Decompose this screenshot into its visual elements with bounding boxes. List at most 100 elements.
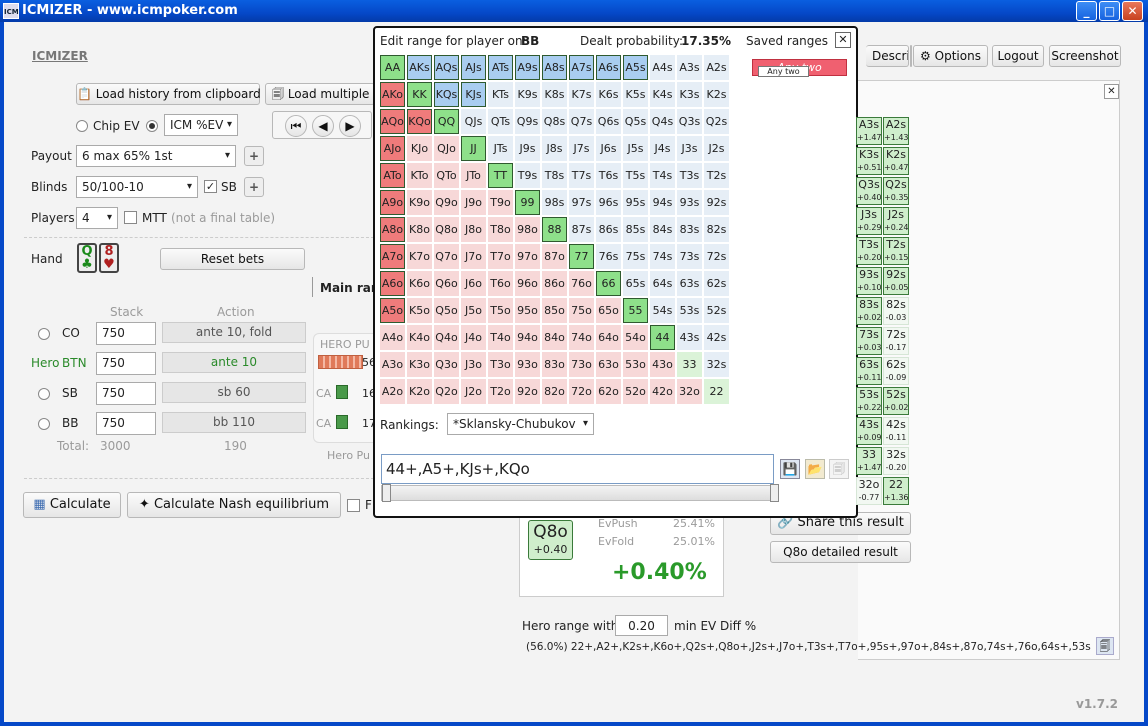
hand-cell[interactable]: Q2o	[434, 379, 459, 404]
hand-cell[interactable]: 42o	[650, 379, 675, 404]
hand-cell[interactable]: A3s	[677, 55, 702, 80]
hand-cell[interactable]: 94s	[650, 190, 675, 215]
hand-cell[interactable]: 74o	[569, 325, 594, 350]
hand-cell[interactable]: K6o	[407, 271, 432, 296]
action-bb[interactable]: bb 110	[162, 412, 306, 433]
action-co[interactable]: ante 10, fold	[162, 322, 306, 343]
hand-cell[interactable]: Q9s	[515, 109, 540, 134]
copy-icon[interactable]: 🗐	[1096, 637, 1114, 655]
description-button-visible[interactable]: Description	[866, 45, 909, 67]
hand-cell[interactable]: Q4o	[434, 325, 459, 350]
hand-cell[interactable]: 85o	[542, 298, 567, 323]
row-radio-sb[interactable]	[38, 388, 50, 400]
mtt-checkbox[interactable]	[124, 211, 137, 224]
hand-cell[interactable]: AJs	[461, 55, 486, 80]
hand-cell[interactable]: T4s	[650, 163, 675, 188]
hand-cell[interactable]: 64o	[596, 325, 621, 350]
hand-cell[interactable]: T9o	[488, 190, 513, 215]
hand-cell[interactable]: KJo	[407, 136, 432, 161]
close-panel-icon[interactable]: ✕	[1104, 84, 1119, 99]
hand-card-2[interactable]: 8 ♥	[99, 243, 119, 273]
hand-cell[interactable]: 88	[542, 217, 567, 242]
hand-cell[interactable]: 44	[650, 325, 675, 350]
hand-cell[interactable]: J7s	[569, 136, 594, 161]
hand-cell[interactable]: 63o	[596, 352, 621, 377]
hand-cell[interactable]: K2o	[407, 379, 432, 404]
range-text-input[interactable]: 44+,A5+,KJs+,KQo	[381, 454, 774, 484]
nash-button[interactable]: ✦ Calculate Nash equilibrium	[127, 492, 341, 518]
icm-ev-select[interactable]: ICM %EV	[164, 114, 238, 136]
hand-cell[interactable]: A8o	[380, 217, 405, 242]
hand-cell[interactable]: Q6s	[596, 109, 621, 134]
hand-cell[interactable]: 95o	[515, 298, 540, 323]
hand-cell[interactable]: 97o	[515, 244, 540, 269]
stack-input-btn[interactable]: 750	[96, 352, 156, 375]
main-range-tab[interactable]: Main ran	[320, 281, 379, 295]
add-blinds-icon[interactable]: +	[244, 177, 264, 197]
hand-cell[interactable]: 92s	[704, 190, 729, 215]
prev-icon[interactable]: ◀	[312, 115, 334, 137]
hand-cell[interactable]: 62s	[704, 271, 729, 296]
hand-cell[interactable]: A2s	[704, 55, 729, 80]
maximize-icon[interactable]: □	[1099, 1, 1120, 21]
add-payout-icon[interactable]: +	[244, 146, 264, 166]
hand-cell[interactable]: T4o	[488, 325, 513, 350]
players-select[interactable]: 4	[76, 207, 118, 229]
slider-handle-right[interactable]	[770, 484, 779, 502]
hand-cell[interactable]: 82o	[542, 379, 567, 404]
hand-cell[interactable]: 72s	[704, 244, 729, 269]
hand-cell[interactable]: 53s	[677, 298, 702, 323]
hand-cell[interactable]: T8s	[542, 163, 567, 188]
hand-cell[interactable]: J6o	[461, 271, 486, 296]
hand-cell[interactable]: 55	[623, 298, 648, 323]
hand-cell[interactable]: K4s	[650, 82, 675, 107]
hand-cell[interactable]: JJ	[461, 136, 486, 161]
hand-cell[interactable]: A9o	[380, 190, 405, 215]
hand-cell[interactable]: T5o	[488, 298, 513, 323]
first-icon[interactable]: ⏮	[285, 115, 307, 137]
hand-cell[interactable]: 82s	[704, 217, 729, 242]
hand-cell[interactable]: A7o	[380, 244, 405, 269]
hand-cell[interactable]: KTs	[488, 82, 513, 107]
hand-cell[interactable]: 93o	[515, 352, 540, 377]
hand-cell[interactable]: 75o	[569, 298, 594, 323]
hand-cell[interactable]: T7s	[569, 163, 594, 188]
load-multiple-button[interactable]: 🗐 Load multiple	[265, 83, 375, 105]
hand-cell[interactable]: 65s	[623, 271, 648, 296]
slider-handle-left[interactable]	[382, 484, 391, 502]
hand-cell[interactable]: AA	[380, 55, 405, 80]
brand-link[interactable]: ICMIZER	[32, 49, 88, 63]
hand-cell[interactable]: KQs	[434, 82, 459, 107]
hand-cell[interactable]: Q7o	[434, 244, 459, 269]
hand-cell[interactable]: AJo	[380, 136, 405, 161]
hand-cell[interactable]: K3o	[407, 352, 432, 377]
hand-cell[interactable]: J7o	[461, 244, 486, 269]
close-icon[interactable]: ✕	[1122, 1, 1143, 21]
hand-cell[interactable]: 93s	[677, 190, 702, 215]
hand-cell[interactable]: 98s	[542, 190, 567, 215]
hand-cell[interactable]: J8o	[461, 217, 486, 242]
range-slider[interactable]	[381, 485, 779, 501]
hand-cell[interactable]: Q8s	[542, 109, 567, 134]
hand-cell[interactable]: 22	[704, 379, 729, 404]
hand-cell[interactable]: 94o	[515, 325, 540, 350]
hand-cell[interactable]: A5s	[623, 55, 648, 80]
hand-cell[interactable]: AQs	[434, 55, 459, 80]
hand-cell[interactable]: T6o	[488, 271, 513, 296]
hand-cell[interactable]: KJs	[461, 82, 486, 107]
hand-cell[interactable]: T8o	[488, 217, 513, 242]
hand-cell[interactable]: Q6o	[434, 271, 459, 296]
hand-cell[interactable]: 54o	[623, 325, 648, 350]
hand-cell[interactable]: 33	[677, 352, 702, 377]
stack-input-sb[interactable]: 750	[96, 382, 156, 405]
hand-cell[interactable]: QTs	[488, 109, 513, 134]
minimize-icon[interactable]: _	[1076, 1, 1097, 21]
hand-cell[interactable]: Q9o	[434, 190, 459, 215]
hand-cell[interactable]: T3s	[677, 163, 702, 188]
hand-cell[interactable]: A8s	[542, 55, 567, 80]
hand-cell[interactable]: 52s	[704, 298, 729, 323]
hand-cell[interactable]: KQo	[407, 109, 432, 134]
hand-cell[interactable]: 54s	[650, 298, 675, 323]
hand-cell[interactable]: J5s	[623, 136, 648, 161]
copy-range-icon[interactable]: 🗐	[829, 459, 849, 479]
